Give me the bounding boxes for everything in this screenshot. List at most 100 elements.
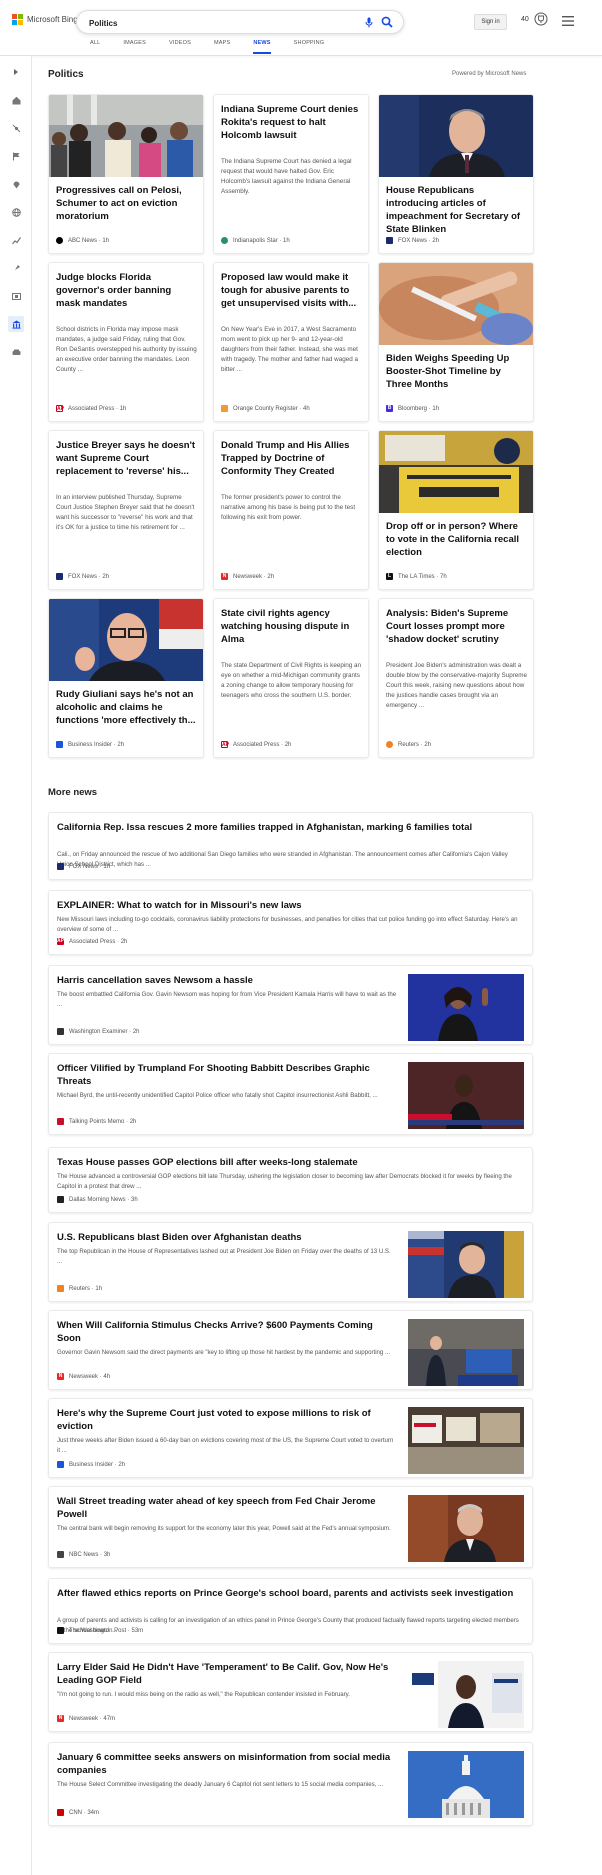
source-logo-icon (386, 237, 393, 244)
card-title[interactable]: Donald Trump and His Allies Trapped by D… (221, 439, 363, 478)
eviction-thumbnail[interactable] (408, 1407, 524, 1474)
more-news-title-link[interactable]: Harris cancellation saves Newsom a hassl… (57, 974, 397, 987)
flag-icon[interactable] (8, 148, 24, 164)
news-card[interactable]: Justice Breyer says he doesn't want Supr… (48, 430, 204, 590)
search-box[interactable] (76, 10, 404, 34)
more-news-item[interactable]: Officer Vilified by Trumpland For Shooti… (48, 1053, 533, 1135)
globe-icon[interactable] (8, 204, 24, 220)
more-news-title-link[interactable]: January 6 committee seeks answers on mis… (57, 1751, 397, 1777)
expand-icon[interactable] (8, 64, 24, 80)
news-card[interactable]: Drop off or in person? Where to vote in … (378, 430, 534, 590)
more-news-item[interactable]: EXPLAINER: What to watch for in Missouri… (48, 890, 533, 955)
news-card[interactable]: House Republicans introducing articles o… (378, 94, 534, 254)
card-title[interactable]: Justice Breyer says he doesn't want Supr… (56, 439, 198, 478)
source-time: 2h (132, 1028, 140, 1035)
news-card[interactable]: Donald Trump and His Allies Trapped by D… (213, 430, 369, 590)
bing-logo[interactable]: Microsoft Bing (12, 14, 78, 25)
news-card[interactable]: Progressives call on Pelosi, Schumer to … (48, 94, 204, 254)
source-name: Talking Points Memo (69, 1118, 125, 1125)
unfollow-icon[interactable] (8, 120, 24, 136)
news-card[interactable]: Judge blocks Florida governor's order ba… (48, 262, 204, 422)
source-name: The LA Times (398, 573, 435, 580)
tab-all[interactable]: ALL (90, 40, 100, 54)
rewards-count[interactable]: 40 (521, 16, 529, 23)
source-logo-icon: N (57, 1715, 64, 1722)
more-news-item[interactable]: California Rep. Issa rescues 2 more fami… (48, 812, 533, 880)
more-news-item[interactable]: Here's why the Supreme Court just voted … (48, 1398, 533, 1478)
elder-thumbnail[interactable] (408, 1661, 524, 1728)
card-title[interactable]: Indiana Supreme Court denies Rokita's re… (221, 103, 363, 142)
card-title[interactable]: Drop off or in person? Where to vote in … (386, 520, 528, 559)
news-card[interactable]: Biden Weighs Speeding Up Booster-Shot Ti… (378, 262, 534, 422)
card-title[interactable]: Proposed law would make it tough for abu… (221, 271, 363, 310)
more-news-source: Reuters · 1h (57, 1285, 102, 1292)
film-icon[interactable] (8, 288, 24, 304)
tab-videos[interactable]: VIDEOS (169, 40, 191, 54)
more-news-title-link[interactable]: After flawed ethics reports on Prince Ge… (57, 1587, 522, 1600)
more-news-item[interactable]: When Will California Stimulus Checks Arr… (48, 1310, 533, 1390)
mccarthy-thumbnail[interactable] (408, 1231, 524, 1298)
more-news-title-link[interactable]: California Rep. Issa rescues 2 more fami… (57, 821, 522, 834)
newsom-thumbnail[interactable] (408, 1319, 524, 1386)
more-news-title-link[interactable]: Wall Street treading water ahead of key … (57, 1495, 397, 1521)
more-news-title-link[interactable]: When Will California Stimulus Checks Arr… (57, 1319, 397, 1345)
more-news-title-link[interactable]: Officer Vilified by Trumpland For Shooti… (57, 1062, 397, 1088)
more-news-title-link[interactable]: Texas House passes GOP elections bill af… (57, 1156, 522, 1169)
top-header: Microsoft Bing Sign in 40 ALL IMAGES VID… (0, 0, 602, 56)
more-news-item[interactable]: Harris cancellation saves Newsom a hassl… (48, 965, 533, 1045)
news-card[interactable]: Proposed law would make it tough for abu… (213, 262, 369, 422)
rocket-icon[interactable] (8, 260, 24, 276)
hamburger-menu-icon[interactable] (562, 16, 574, 26)
more-news-item[interactable]: U.S. Republicans blast Biden over Afghan… (48, 1222, 533, 1302)
more-news-title-link[interactable]: EXPLAINER: What to watch for in Missouri… (57, 899, 522, 912)
tab-maps[interactable]: MAPS (214, 40, 230, 54)
source-name: Washington Examiner (69, 1028, 128, 1035)
news-card[interactable]: Indiana Supreme Court denies Rokita's re… (213, 94, 369, 254)
home-icon[interactable] (8, 92, 24, 108)
tab-images[interactable]: IMAGES (123, 40, 146, 54)
car-icon[interactable] (8, 344, 24, 360)
giuliani-photo (49, 599, 203, 681)
more-news-item[interactable]: Larry Elder Said He Didn't Have 'Tempera… (48, 1652, 533, 1732)
source-time: 47m (103, 1715, 116, 1722)
more-news-source: N Newsweek · 47m (57, 1715, 116, 1722)
harris-thumbnail[interactable] (408, 974, 524, 1041)
powell-thumbnail[interactable] (408, 1495, 524, 1562)
byrd-thumbnail[interactable] (408, 1062, 524, 1129)
card-title[interactable]: Rudy Giuliani says he's not an alcoholic… (56, 688, 198, 727)
source-time: 3h (103, 1551, 111, 1558)
card-title[interactable]: Analysis: Biden's Supreme Court losses p… (386, 607, 528, 646)
location-icon[interactable] (8, 176, 24, 192)
news-card[interactable]: State civil rights agency watching housi… (213, 598, 369, 758)
more-news-snippet: Governor Gavin Newsom said the direct pa… (57, 1349, 391, 1356)
news-card[interactable]: Analysis: Biden's Supreme Court losses p… (378, 598, 534, 758)
card-title[interactable]: Progressives call on Pelosi, Schumer to … (56, 184, 198, 223)
more-news-snippet: The House Select Committee investigating… (57, 1781, 384, 1788)
tab-shopping[interactable]: SHOPPING (294, 40, 325, 54)
more-news-title-link[interactable]: Here's why the Supreme Court just voted … (57, 1407, 397, 1433)
more-news-item[interactable]: Wall Street treading water ahead of key … (48, 1486, 533, 1568)
politics-icon[interactable] (8, 316, 24, 332)
card-source: ABC News · 1h (56, 237, 109, 244)
microphone-icon[interactable] (365, 17, 373, 28)
source-time: 1h (283, 237, 290, 244)
more-news-title-link[interactable]: U.S. Republicans blast Biden over Afghan… (57, 1231, 397, 1244)
more-news-item[interactable]: After flawed ethics reports on Prince Ge… (48, 1578, 533, 1644)
source-logo-icon: AP (221, 741, 229, 748)
source-logo-icon (386, 741, 393, 748)
sign-in-button[interactable]: Sign in (474, 14, 507, 30)
search-icon[interactable] (381, 16, 393, 28)
tab-news[interactable]: NEWS (253, 40, 271, 54)
card-title[interactable]: Biden Weighs Speeding Up Booster-Shot Ti… (386, 352, 528, 391)
card-title[interactable]: State civil rights agency watching housi… (221, 607, 363, 646)
more-news-item[interactable]: January 6 committee seeks answers on mis… (48, 1742, 533, 1826)
card-title[interactable]: Judge blocks Florida governor's order ba… (56, 271, 198, 310)
news-card[interactable]: Rudy Giuliani says he's not an alcoholic… (48, 598, 204, 758)
card-title[interactable]: House Republicans introducing articles o… (386, 184, 528, 236)
more-news-item[interactable]: Texas House passes GOP elections bill af… (48, 1147, 533, 1213)
chart-icon[interactable] (8, 232, 24, 248)
rewards-trophy-icon[interactable] (534, 11, 548, 27)
capitol-thumbnail[interactable] (408, 1751, 524, 1818)
more-news-title-link[interactable]: Larry Elder Said He Didn't Have 'Tempera… (57, 1661, 397, 1687)
search-input[interactable] (89, 15, 329, 31)
